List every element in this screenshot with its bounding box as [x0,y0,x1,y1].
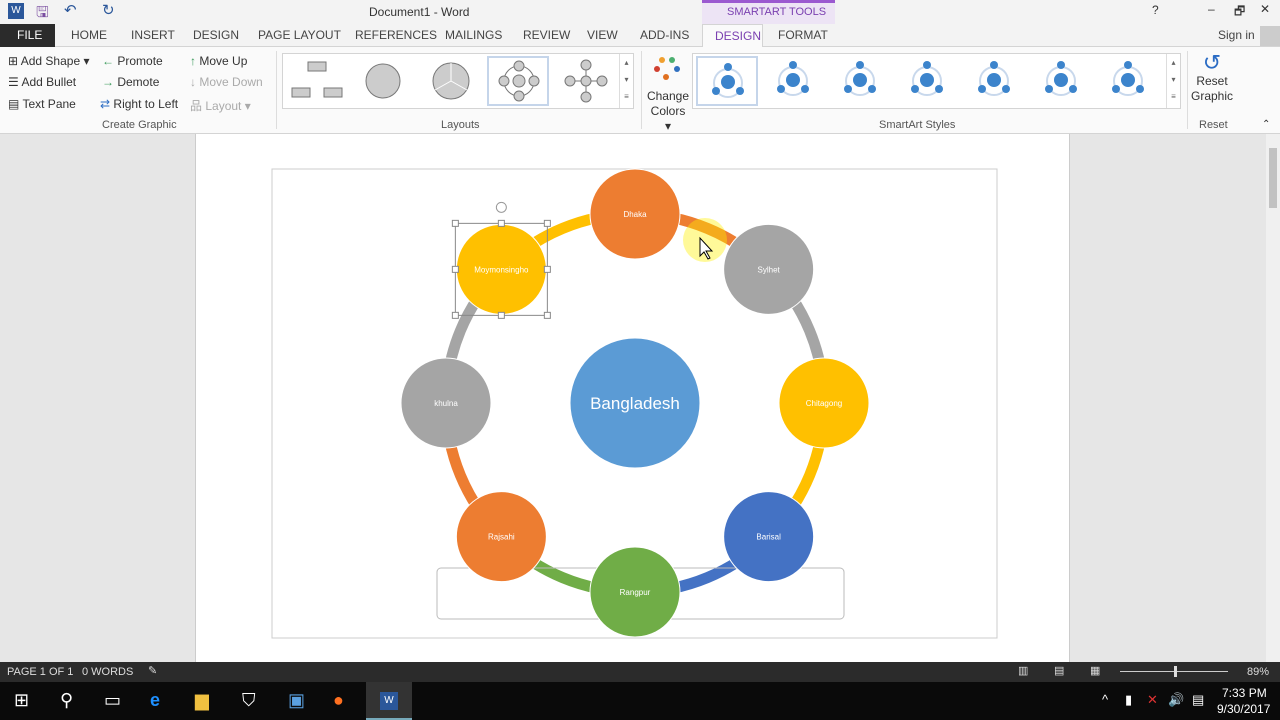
notifications-icon[interactable]: ▤ [1192,692,1204,708]
node-label: Chitagong [806,399,842,408]
center-label: Bangladesh [590,394,680,413]
cursor-highlight [683,218,727,262]
word-count[interactable]: 0 WORDS [82,666,133,678]
word-icon: W [380,692,398,710]
web-layout-icon[interactable]: ▦ [1090,664,1100,677]
search-icon[interactable]: ⚲ [60,690,73,711]
resize-handle[interactable] [543,265,551,273]
node-label: Rajsahi [488,533,515,542]
taskbar: ⊞ ⚲ ▭ e ▆ ⛉ ▣ ● W ^ ▮ ✕ 🔊 ▤ 7:33 PM 9/30… [0,682,1280,720]
read-mode-icon[interactable]: ▥ [1018,664,1028,677]
resize-handle[interactable] [497,219,505,227]
smartart-node[interactable]: Barisal [723,491,815,583]
node-label: Dhaka [623,210,647,219]
clock-time[interactable]: 7:33 PM [1222,686,1267,700]
node-label: Barisal [756,533,781,542]
clock-date[interactable]: 9/30/2017 [1217,702,1270,716]
resize-handle[interactable] [451,311,459,319]
smartart-node[interactable]: Sylhet [723,223,815,315]
resize-handle[interactable] [451,265,459,273]
edge-icon[interactable]: e [150,690,160,711]
smartart-node[interactable]: khulna [400,357,492,449]
node-label: Moymonsingho [474,265,529,274]
smartart-node[interactable]: Rajsahi [455,491,547,583]
smartart-node[interactable]: Chitagong [778,357,870,449]
task-view-icon[interactable]: ▭ [104,690,121,711]
center-node[interactable]: Bangladesh [569,337,701,469]
page-count[interactable]: PAGE 1 OF 1 [7,666,73,678]
file-explorer-icon[interactable]: ▆ [195,690,209,711]
zoom-slider-thumb[interactable] [1174,666,1177,677]
resize-handle[interactable] [543,311,551,319]
node-label: Sylhet [758,265,781,274]
status-bar: PAGE 1 OF 1 0 WORDS ✎ ▥ ▤ ▦ 89% [0,662,1280,682]
resize-handle[interactable] [451,219,459,227]
firefox-icon[interactable]: ● [333,690,344,711]
network-icon[interactable]: ✕ [1147,692,1158,708]
node-label: Rangpur [620,588,651,597]
smartart-graphic[interactable]: Dhaka Sylhet Chitagong Barisal Rangpur Rajsah… [0,0,1280,662]
word-taskbar-button[interactable]: W [366,682,412,720]
store-icon[interactable]: ⛉ [242,690,256,711]
volume-icon[interactable]: 🔊 [1168,692,1184,708]
show-hidden-icons[interactable]: ^ [1102,692,1108,707]
proofing-icon[interactable]: ✎ [148,664,157,677]
zoom-level[interactable]: 89% [1247,666,1269,678]
smartart-node[interactable]: Moymonsingho [455,223,547,315]
print-layout-icon[interactable]: ▤ [1054,664,1064,677]
node-label: khulna [434,399,458,408]
smartart-node[interactable]: Rangpur [589,546,681,638]
smartart-node[interactable]: Dhaka [589,168,681,260]
resize-handle[interactable] [543,219,551,227]
app-icon[interactable]: ▣ [288,690,305,711]
start-icon[interactable]: ⊞ [14,690,29,711]
battery-icon[interactable]: ▮ [1125,692,1132,708]
resize-handle[interactable] [497,311,505,319]
rotate-handle-icon[interactable] [495,201,507,213]
